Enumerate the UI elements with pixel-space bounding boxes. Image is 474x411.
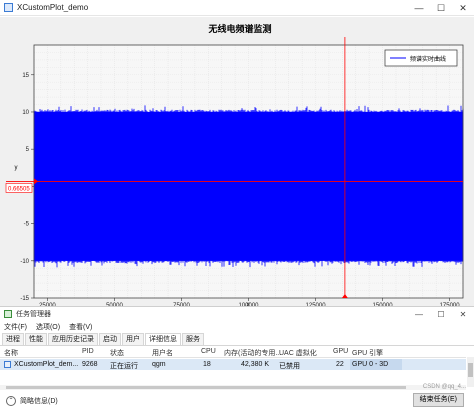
task-manager-controls: — ☐ ✕ <box>408 307 474 321</box>
row-pid: 9268 <box>82 361 98 368</box>
process-icon <box>4 361 11 368</box>
column-name[interactable]: 名称 <box>4 348 18 358</box>
tab-users[interactable]: 用户 <box>122 333 144 345</box>
y-tick-label: 15 <box>22 73 29 79</box>
y-tick-label: -5 <box>24 222 30 228</box>
tab-processes[interactable]: 进程 <box>2 333 24 345</box>
end-task-button[interactable]: 结束任务(E) <box>412 393 464 407</box>
minimize-button[interactable]: — <box>408 0 430 16</box>
task-manager-icon <box>4 310 12 318</box>
tab-app-history[interactable]: 应用历史记录 <box>48 333 98 345</box>
table-header: 名称 PID 状态 用户名 CPU 内存(活动的专用... UAC 虚拟化 GP… <box>0 346 466 358</box>
column-cpu[interactable]: CPU <box>201 348 216 355</box>
tm-maximize-button[interactable]: ☐ <box>430 307 452 321</box>
tab-performance[interactable]: 性能 <box>25 333 47 345</box>
column-gpu[interactable]: GPU <box>333 348 348 355</box>
column-uac[interactable]: UAC 虚拟化 <box>279 348 317 358</box>
close-button[interactable]: ✕ <box>452 0 474 16</box>
legend-entry: 频谱实时曲线 <box>410 55 446 63</box>
chart-title: 无线电频谱监测 <box>207 23 271 34</box>
vertical-scroll-thumb[interactable] <box>468 363 473 377</box>
row-user: qgm <box>152 361 166 368</box>
series-spectrum-realtime <box>33 105 464 268</box>
app-icon <box>4 3 13 12</box>
y-axis-label: y <box>15 165 18 171</box>
row-memory: 42,380 K <box>241 361 270 368</box>
task-manager-title-bar: 任务管理器 — ☐ ✕ <box>0 307 474 321</box>
column-gpu-engine[interactable]: GPU 引擎 <box>352 348 383 358</box>
tm-minimize-button[interactable]: — <box>408 307 430 321</box>
table-row[interactable]: XCustomPlot_dem... 9268 正在运行 qgm 18 42,3… <box>0 359 466 370</box>
task-manager-menu: 文件(F) 选项(O) 查看(V) <box>0 321 474 333</box>
column-status[interactable]: 状态 <box>110 348 124 358</box>
watermark: CSDN @qq_4... <box>422 384 466 390</box>
task-manager-footer: ⌃ 简略信息(D) CSDN @qq_4... 结束任务(E) <box>0 384 474 411</box>
column-memory[interactable]: 内存(活动的专用... <box>224 348 281 358</box>
tab-details[interactable]: 详细信息 <box>145 333 181 345</box>
tm-close-button[interactable]: ✕ <box>452 307 474 321</box>
menu-options[interactable]: 选项(O) <box>36 322 60 332</box>
vertical-scrollbar[interactable] <box>467 357 474 387</box>
process-table: 名称 PID 状态 用户名 CPU 内存(活动的专用... UAC 虚拟化 GP… <box>0 346 474 372</box>
y-tick-label: -10 <box>20 259 29 265</box>
row-uac: 已禁用 <box>279 363 300 370</box>
window-title: XCustomPlot_demo <box>17 3 89 12</box>
menu-view[interactable]: 查看(V) <box>69 322 92 332</box>
column-pid[interactable]: PID <box>82 348 94 355</box>
row-cpu: 18 <box>203 361 211 368</box>
row-name: XCustomPlot_dem... <box>14 361 79 368</box>
row-gpu: 22 <box>336 361 344 368</box>
window-controls: — ☐ ✕ <box>408 0 474 16</box>
spectrum-chart[interactable]: 25000 50000 75000 100000 125000 150000 175000 … <box>0 17 474 306</box>
plot-area[interactable]: 25000 50000 75000 100000 125000 150000 175000 … <box>0 17 474 306</box>
tab-services[interactable]: 服务 <box>182 333 204 345</box>
legend: 频谱实时曲线 <box>384 49 458 67</box>
cursor-y-label: 0.66505 <box>8 186 30 192</box>
task-manager-title: 任务管理器 <box>16 311 51 318</box>
y-tick-label: 10 <box>22 110 29 116</box>
horizontal-scroll-thumb[interactable] <box>6 386 406 389</box>
tab-startup[interactable]: 启动 <box>99 333 121 345</box>
task-manager-tabs: 进程 性能 应用历史记录 启动 用户 详细信息 服务 <box>0 333 474 346</box>
row-gpu-engine: GPU 0 - 3D <box>352 361 389 368</box>
y-tick-label: -15 <box>20 296 29 302</box>
column-user[interactable]: 用户名 <box>152 348 173 358</box>
fewer-details-link[interactable]: 简略信息(D) <box>20 396 58 406</box>
menu-file[interactable]: 文件(F) <box>4 322 27 332</box>
row-status: 正在运行 <box>110 363 138 370</box>
maximize-button[interactable]: ☐ <box>430 0 452 16</box>
chevron-up-icon[interactable]: ⌃ <box>6 395 16 406</box>
window-title-bar: XCustomPlot_demo — ☐ ✕ <box>0 0 474 16</box>
